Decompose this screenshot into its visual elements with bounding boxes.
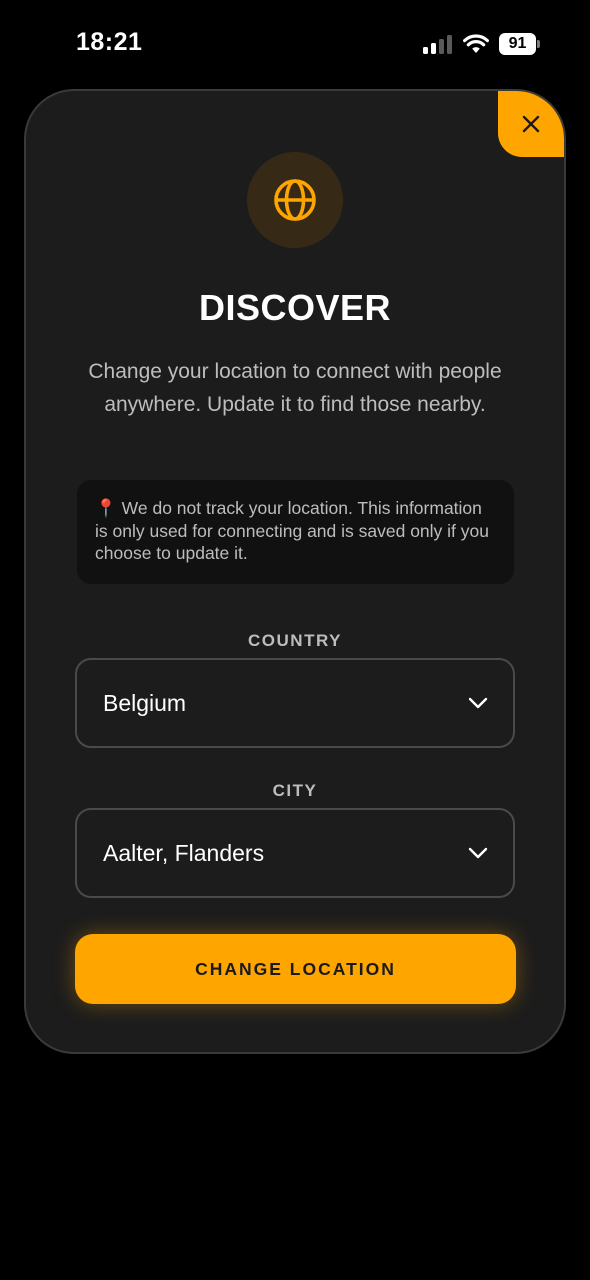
city-select[interactable]: Aalter, Flanders	[75, 808, 515, 898]
modal-description: Change your location to connect with peo…	[88, 360, 502, 416]
modal-title: DISCOVER	[198, 287, 392, 328]
status-bar: 18:21 91	[0, 0, 590, 88]
privacy-notice-text: We do not track your location. This info…	[95, 498, 489, 563]
discover-modal: DISCOVER Change your location to connect…	[24, 89, 566, 1054]
battery-icon: 91	[499, 33, 541, 55]
close-button[interactable]	[498, 91, 564, 157]
wifi-icon	[463, 34, 489, 53]
pin-icon: 📍	[95, 498, 117, 518]
country-select[interactable]: Belgium	[75, 658, 515, 748]
city-label: CITY	[272, 781, 318, 800]
city-value: Aalter, Flanders	[103, 839, 265, 866]
globe-badge	[247, 152, 343, 248]
chevron-down-icon	[468, 697, 488, 709]
chevron-down-icon	[468, 847, 488, 859]
status-time: 18:21	[76, 28, 143, 56]
signal-icon	[423, 34, 453, 54]
country-label: COUNTRY	[248, 631, 342, 650]
globe-icon	[274, 179, 316, 221]
privacy-notice: 📍 We do not track your location. This in…	[77, 480, 514, 584]
close-icon	[522, 115, 540, 133]
battery-level: 91	[499, 33, 536, 55]
country-value: Belgium	[103, 689, 187, 716]
change-location-button[interactable]: CHANGE LOCATION	[75, 934, 516, 1004]
